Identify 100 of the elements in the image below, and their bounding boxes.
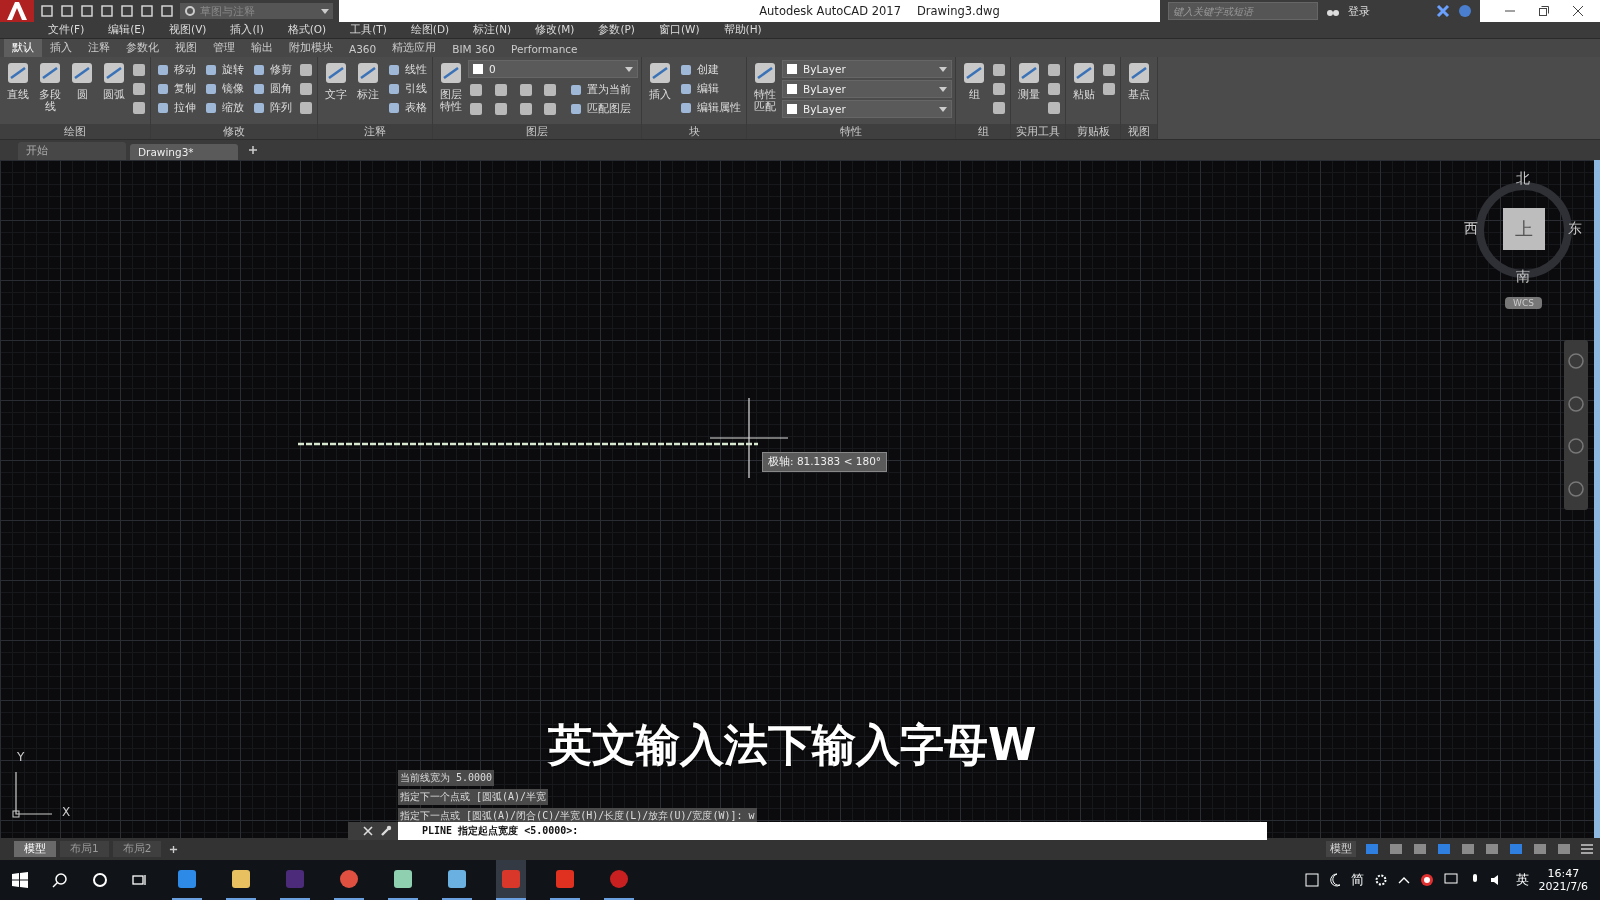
- tool-icon[interactable]: [298, 80, 314, 97]
- panel-title[interactable]: 组: [956, 124, 1010, 139]
- ribbon-tool-button[interactable]: 粘贴: [1069, 60, 1099, 124]
- chevron-up-icon[interactable]: [1397, 876, 1410, 884]
- command-line-field[interactable]: PLINE 指定起点宽度 <5.0000>:: [398, 822, 1267, 840]
- layout-tab[interactable]: 布局1: [60, 841, 109, 857]
- file-tab[interactable]: Drawing3*: [130, 144, 238, 160]
- menu-item[interactable]: 帮助(H): [711, 23, 774, 37]
- tool-icon[interactable]: [298, 61, 314, 78]
- tool-icon[interactable]: [517, 100, 534, 117]
- windows-start-icon[interactable]: [12, 872, 28, 888]
- ribbon-tool-button[interactable]: 置为当前: [567, 82, 638, 97]
- panel-title[interactable]: 实用工具: [1011, 124, 1065, 139]
- ribbon-tool-button[interactable]: 编辑: [677, 81, 743, 96]
- application-menu-button[interactable]: [0, 0, 34, 22]
- ribbon-tool-button[interactable]: 引线: [385, 81, 429, 96]
- ribbon-tool-button[interactable]: 基点: [1124, 60, 1154, 124]
- ribbon-tab[interactable]: 精选应用: [384, 39, 445, 57]
- drawing-canvas[interactable]: 极轴: 81.1383 < 180° 北 西 上 东 南 WCS Y X 英文输入法下输入字母W 当前线宽为 5.0000 指定下一个点或 [圆弧(A)/半宽 指定下一点或 [圆弧(A)/闭合(C)/半宽(H)/长度(L)/放弃(U)/宽度(W)]: w PLINE 指定起点宽度 <5.0000>:: [0, 160, 1600, 838]
- menu-item[interactable]: 修改(M): [523, 23, 587, 37]
- ribbon-tool-button[interactable]: 移动: [154, 62, 198, 77]
- menu-item[interactable]: 标注(N): [461, 23, 524, 37]
- status-toggle-icon[interactable]: [1484, 842, 1500, 856]
- close-icon[interactable]: [1572, 5, 1584, 17]
- ribbon-tool-button[interactable]: 圆: [67, 60, 97, 124]
- status-toggle-icon[interactable]: [1460, 842, 1476, 856]
- tool-icon[interactable]: [542, 81, 559, 98]
- model-space-button[interactable]: 模型: [1326, 841, 1356, 857]
- panel-title[interactable]: 图层: [433, 124, 641, 139]
- panel-title[interactable]: 绘图: [0, 124, 150, 139]
- search-icon[interactable]: [52, 872, 68, 888]
- ribbon-tool-button[interactable]: 拉伸: [154, 100, 198, 115]
- task-view-icon[interactable]: [132, 872, 148, 888]
- clock-date[interactable]: 2021/7/6: [1538, 880, 1588, 893]
- ribbon-tab[interactable]: 附加模块: [281, 39, 341, 57]
- ribbon-tab[interactable]: 注释: [80, 39, 118, 57]
- file-tab[interactable]: 开始: [18, 142, 126, 160]
- ribbon-tab[interactable]: BIM 360: [444, 41, 503, 57]
- ime-mode-indicator[interactable]: 简: [1350, 871, 1364, 889]
- ribbon-tab[interactable]: A360: [341, 41, 385, 57]
- ribbon-tab[interactable]: Performance: [503, 41, 586, 57]
- tool-icon[interactable]: [1101, 80, 1117, 97]
- tool-icon[interactable]: [131, 61, 147, 78]
- ribbon-tool-button[interactable]: 文字: [321, 60, 351, 124]
- status-toggle-icon[interactable]: [1436, 842, 1452, 856]
- status-toggle-icon[interactable]: [1388, 842, 1404, 856]
- menu-icon[interactable]: [1580, 843, 1594, 855]
- menu-item[interactable]: 工具(T): [338, 23, 399, 37]
- ribbon-tab[interactable]: 默认: [4, 39, 42, 57]
- ribbon-tool-button[interactable]: 匹配图层: [567, 101, 638, 116]
- ribbon-tool-button[interactable]: 圆弧: [99, 60, 129, 124]
- menu-item[interactable]: 参数(P): [586, 23, 647, 37]
- clock-time[interactable]: 16:47: [1547, 867, 1580, 880]
- status-toggle-icon[interactable]: [1508, 842, 1524, 856]
- moon-icon[interactable]: [1328, 873, 1341, 887]
- panel-title[interactable]: 块: [642, 124, 746, 139]
- menu-item[interactable]: 插入(I): [218, 23, 276, 37]
- property-dropdown[interactable]: ByLayer: [782, 60, 952, 78]
- layout-tab[interactable]: 布局2: [112, 841, 162, 857]
- ribbon-tool-button[interactable]: 线性: [385, 62, 429, 77]
- menu-item[interactable]: 窗口(W): [646, 23, 712, 37]
- search-field[interactable]: 键入关键字或短语: [1168, 2, 1318, 20]
- compass-label[interactable]: 南: [1516, 268, 1530, 286]
- ribbon-tab[interactable]: 参数化: [118, 39, 167, 57]
- ribbon-tool-button[interactable]: 阵列: [250, 100, 294, 115]
- menu-item[interactable]: 格式(O): [275, 23, 339, 37]
- tool-icon[interactable]: [542, 100, 559, 117]
- tool-icon[interactable]: [131, 99, 147, 116]
- ribbon-tool-button[interactable]: 直线: [3, 60, 33, 124]
- ribbon-tool-button[interactable]: 修剪: [250, 62, 294, 77]
- wrench-icon[interactable]: [380, 825, 392, 837]
- ribbon-tool-button[interactable]: 组: [959, 60, 989, 124]
- tool-icon[interactable]: [1046, 80, 1062, 97]
- ribbon-tab[interactable]: 管理: [205, 39, 243, 57]
- ribbon-tool-button[interactable]: 多段线: [35, 60, 65, 124]
- plus-icon[interactable]: [248, 145, 258, 155]
- menu-item[interactable]: 编辑(E): [96, 23, 158, 37]
- status-toggle-icon[interactable]: [1532, 842, 1548, 856]
- ribbon-tab[interactable]: 输出: [243, 39, 281, 57]
- ribbon-tab[interactable]: 插入: [42, 39, 80, 57]
- layout-tab[interactable]: 模型: [14, 841, 56, 857]
- property-dropdown[interactable]: ByLayer: [782, 100, 952, 118]
- tool-icon[interactable]: [131, 80, 147, 97]
- compass-label[interactable]: 东: [1568, 220, 1582, 238]
- ribbon-tool-button[interactable]: 镜像: [202, 81, 246, 96]
- panel-title[interactable]: 注释: [318, 124, 432, 139]
- tool-icon[interactable]: [991, 61, 1007, 78]
- sign-in-button[interactable]: 登录: [1348, 3, 1428, 19]
- ribbon-tool-button[interactable]: 编辑属性: [677, 100, 743, 115]
- tool-icon[interactable]: [1046, 61, 1062, 78]
- tool-icon[interactable]: [492, 81, 509, 98]
- tool-icon[interactable]: [468, 100, 484, 117]
- status-toggle-icon[interactable]: [1556, 842, 1572, 856]
- panel-title[interactable]: 剪贴板: [1066, 124, 1120, 139]
- cube-face[interactable]: 上: [1503, 208, 1545, 250]
- tool-icon[interactable]: [1101, 61, 1117, 78]
- tool-icon[interactable]: [1046, 99, 1062, 116]
- ribbon-tool-button[interactable]: 创建: [677, 62, 743, 77]
- plus-icon[interactable]: [169, 844, 179, 854]
- ribbon-tool-button[interactable]: 表格: [385, 100, 429, 115]
